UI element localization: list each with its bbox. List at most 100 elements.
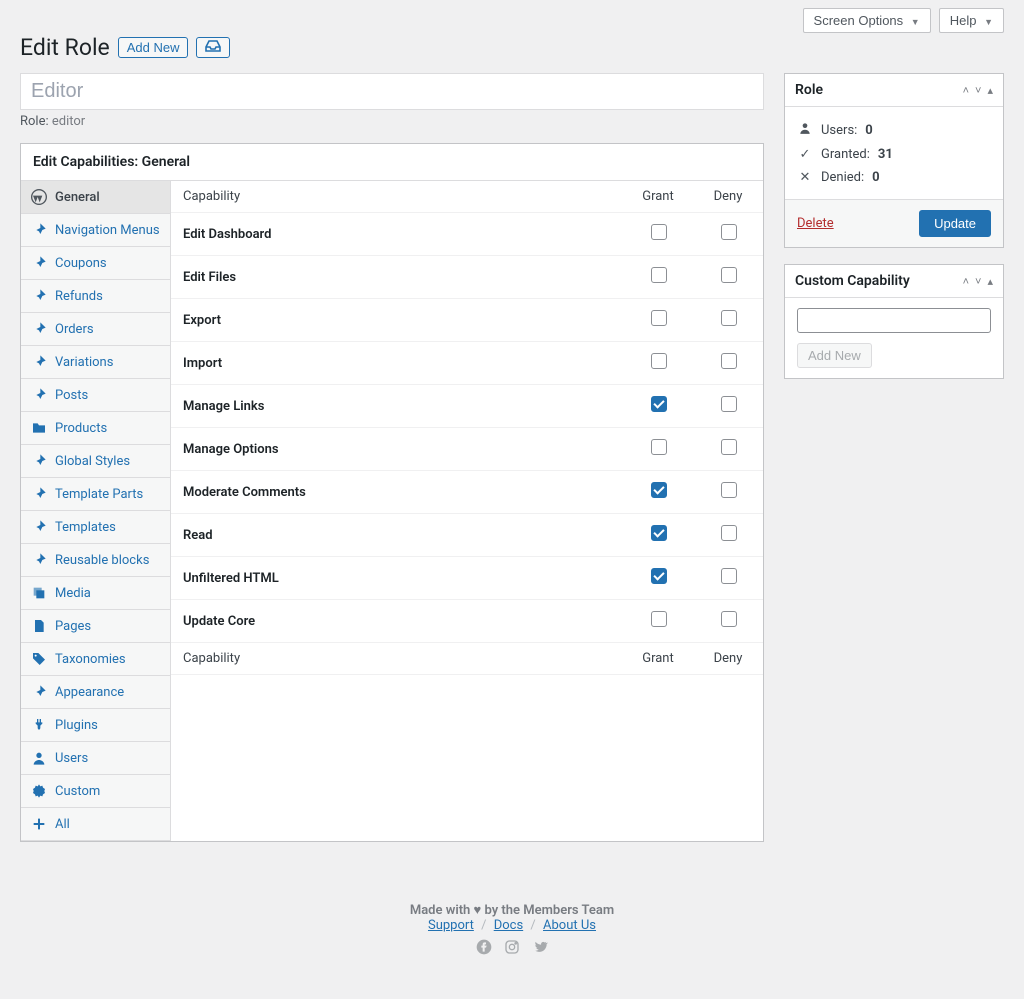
tab-all[interactable]: All [21,808,170,841]
capability-row: Manage Links [171,385,763,428]
role-slug-value: editor [52,114,85,129]
tab-templates[interactable]: Templates [21,511,170,544]
footer-about-link[interactable]: About Us [543,918,596,933]
deny-checkbox[interactable] [721,224,737,240]
tab-custom[interactable]: Custom [21,775,170,808]
media-icon [31,585,47,601]
update-role-button[interactable]: Update [919,210,991,237]
plus-icon [31,816,47,832]
inbox-icon-button[interactable] [196,37,230,58]
deny-checkbox[interactable] [721,353,737,369]
capability-label: Unfiltered HTML [171,557,623,600]
screen-options-label: Screen Options [814,13,904,28]
tab-label: Template Parts [55,487,143,502]
capability-row: Edit Files [171,256,763,299]
tab-refunds[interactable]: Refunds [21,280,170,313]
x-icon: ✕ [797,170,813,185]
grant-checkbox[interactable] [651,396,667,412]
tab-template-parts[interactable]: Template Parts [21,478,170,511]
deny-checkbox[interactable] [721,310,737,326]
deny-checkbox[interactable] [721,525,737,541]
grant-checkbox[interactable] [651,267,667,283]
tab-media[interactable]: Media [21,577,170,610]
pin-icon [31,255,47,271]
tab-label: All [55,817,70,832]
role-name-input[interactable] [20,73,764,110]
tab-label: Posts [55,388,88,403]
chevron-up-icon[interactable]: ˄ [963,275,969,288]
capability-label: Export [171,299,623,342]
tab-pages[interactable]: Pages [21,610,170,643]
pin-icon [31,321,47,337]
tab-global-styles[interactable]: Global Styles [21,445,170,478]
tab-label: Navigation Menus [55,223,160,238]
grant-checkbox[interactable] [651,353,667,369]
users-label: Users: [821,123,857,138]
tab-label: Coupons [55,256,107,271]
grant-checkbox[interactable] [651,439,667,455]
tab-general[interactable]: General [21,181,170,214]
page-footer: Made with ♥ by the Members Team Support … [20,902,1004,959]
tab-products[interactable]: Products [21,412,170,445]
users-value: 0 [865,123,872,138]
grant-checkbox[interactable] [651,224,667,240]
instagram-icon[interactable] [504,940,524,959]
deny-checkbox[interactable] [721,267,737,283]
pin-icon [31,288,47,304]
granted-value: 31 [878,147,893,162]
tab-taxonomies[interactable]: Taxonomies [21,643,170,676]
wp-icon [31,189,47,205]
twitter-icon[interactable] [532,940,548,959]
capability-row: Edit Dashboard [171,213,763,256]
grant-checkbox[interactable] [651,611,667,627]
deny-checkbox[interactable] [721,396,737,412]
caret-up-icon[interactable]: ▴ [987,275,993,288]
tab-orders[interactable]: Orders [21,313,170,346]
chevron-down-icon[interactable]: ˅ [975,84,981,97]
folder-icon [31,420,47,436]
deny-checkbox[interactable] [721,439,737,455]
tab-label: Orders [55,322,94,337]
deny-checkbox[interactable] [721,568,737,584]
role-slug-label: Role: [20,114,49,129]
capability-row: Import [171,342,763,385]
delete-role-link[interactable]: Delete [797,216,834,231]
help-button[interactable]: Help ▼ [939,8,1004,33]
tab-posts[interactable]: Posts [21,379,170,412]
tab-label: Users [55,751,88,766]
deny-checkbox[interactable] [721,482,737,498]
tab-label: General [55,190,100,205]
tab-navigation-menus[interactable]: Navigation Menus [21,214,170,247]
footer-support-link[interactable]: Support [428,918,474,933]
tab-label: Templates [55,520,116,535]
tab-variations[interactable]: Variations [21,346,170,379]
user-icon [31,750,47,766]
add-custom-capability-button[interactable]: Add New [797,343,872,368]
add-new-role-button[interactable]: Add New [118,37,189,58]
screen-options-button[interactable]: Screen Options ▼ [803,8,931,33]
tab-reusable-blocks[interactable]: Reusable blocks [21,544,170,577]
grant-checkbox[interactable] [651,310,667,326]
deny-checkbox[interactable] [721,611,737,627]
tab-label: Variations [55,355,113,370]
tab-appearance[interactable]: Appearance [21,676,170,709]
grant-checkbox[interactable] [651,482,667,498]
page-title: Edit Role [20,34,110,61]
grant-checkbox[interactable] [651,568,667,584]
grant-checkbox[interactable] [651,525,667,541]
tab-coupons[interactable]: Coupons [21,247,170,280]
caret-up-icon[interactable]: ▴ [987,84,993,97]
footer-docs-link[interactable]: Docs [494,918,523,933]
tab-users[interactable]: Users [21,742,170,775]
tab-label: Custom [55,784,100,799]
tab-label: Refunds [55,289,103,304]
chevron-up-icon[interactable]: ˄ [963,84,969,97]
tab-label: Taxonomies [55,652,126,667]
chevron-down-icon[interactable]: ˅ [975,275,981,288]
facebook-icon[interactable] [476,940,496,959]
tab-plugins[interactable]: Plugins [21,709,170,742]
custom-capability-input[interactable] [797,308,991,333]
capability-label: Edit Dashboard [171,213,623,256]
denied-label: Denied: [821,170,864,185]
role-summary-box: Role ˄ ˅ ▴ Users: 0 [784,73,1004,248]
